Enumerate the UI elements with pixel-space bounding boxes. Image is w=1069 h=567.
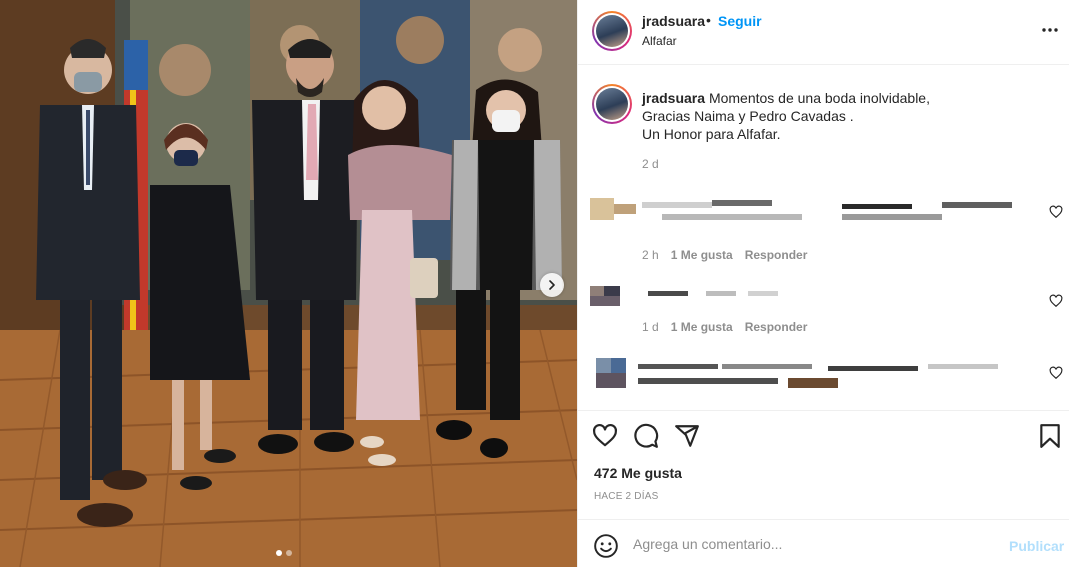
caption-line-1: Momentos de una boda inolvidable, (708, 90, 930, 106)
share-icon[interactable] (674, 423, 700, 449)
comment-like-heart-icon[interactable] (1049, 205, 1063, 219)
follow-button[interactable]: Seguir (718, 13, 762, 29)
author-username[interactable]: jradsuara (642, 13, 705, 29)
caption-avatar[interactable] (592, 84, 632, 124)
caption-username[interactable]: jradsuara (642, 90, 705, 106)
post-location[interactable]: Alfafar (642, 34, 677, 48)
comment-text-redacted (648, 289, 788, 299)
comment-time[interactable]: 1 d (642, 320, 659, 334)
add-comment-bar: Publicar (578, 519, 1069, 567)
bookmark-icon[interactable] (1037, 423, 1063, 449)
reply-button[interactable]: Responder (745, 320, 808, 334)
comment-text-redacted (638, 362, 1018, 390)
comment-icon[interactable] (633, 423, 659, 449)
comment-likes[interactable]: 1 Me gusta (671, 320, 733, 334)
post-caption: jradsuara Momentos de una boda inolvidab… (642, 89, 1042, 143)
next-arrow-icon (549, 280, 555, 290)
carousel-indicator (276, 550, 292, 556)
post-details-panel: jradsuara • Seguir Alfafar jradsuara Mom… (577, 0, 1069, 567)
separator-dot: • (706, 12, 711, 28)
carousel-dot (286, 550, 292, 556)
caption-timestamp[interactable]: 2 d (642, 157, 659, 171)
reply-button[interactable]: Responder (745, 248, 808, 262)
comment-meta: 1 d 1 Me gusta Responder (642, 320, 807, 334)
comment-time[interactable]: 2 h (642, 248, 659, 262)
comment-like-heart-icon[interactable] (1049, 294, 1063, 308)
publish-button[interactable]: Publicar (1009, 538, 1064, 554)
emoji-icon[interactable] (593, 533, 619, 559)
comment-input[interactable] (633, 534, 993, 554)
likes-count[interactable]: 472 Me gusta (594, 465, 682, 481)
comment-text-redacted (642, 200, 1022, 222)
next-photo-button[interactable] (540, 273, 564, 297)
comment-avatar[interactable] (590, 198, 636, 220)
comment-like-heart-icon[interactable] (1049, 366, 1063, 380)
post-age[interactable]: HACE 2 DÍAS (594, 491, 658, 502)
comment-meta: 2 h 1 Me gusta Responder (642, 248, 807, 262)
caption-line-2: Gracias Naima y Pedro Cavadas . (642, 108, 854, 124)
post-header: jradsuara • Seguir Alfafar (578, 0, 1069, 65)
wedding-group-photo (0, 0, 577, 567)
comment-avatar[interactable] (596, 358, 626, 388)
post-photo[interactable] (0, 0, 577, 567)
caption-line-3: Un Honor para Alfafar. (642, 126, 781, 142)
carousel-dot-active (276, 550, 282, 556)
author-avatar[interactable] (592, 11, 632, 51)
comment-likes[interactable]: 1 Me gusta (671, 248, 733, 262)
comment-avatar[interactable] (590, 286, 620, 308)
heart-icon[interactable] (592, 423, 618, 449)
actions-divider (578, 410, 1069, 411)
more-options-icon[interactable] (1040, 22, 1060, 38)
